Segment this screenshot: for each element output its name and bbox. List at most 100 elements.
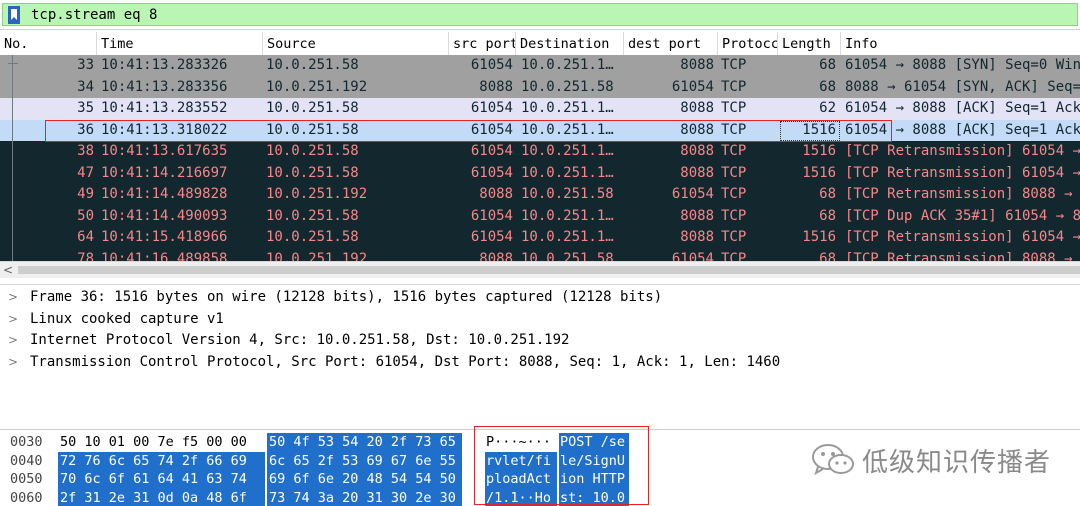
length-cell-focus xyxy=(780,121,840,141)
cell-no: 38 xyxy=(77,143,94,159)
watermark-text: 低级知识传播者 xyxy=(862,447,1052,478)
hex-bytes-second-half: 69 6f 6e 20 48 54 54 50 xyxy=(267,470,462,489)
column-header-destination[interactable]: Destination xyxy=(516,32,624,56)
cell-protocol: TCP xyxy=(721,164,747,181)
cell-protocol: TCP xyxy=(721,229,747,245)
cell-length: 1516 xyxy=(802,229,836,245)
bytes-offset: 0040 xyxy=(10,452,43,469)
packet-row[interactable]: 49 10:41:14.489828 10.0.251.192 8088 10.0.25… xyxy=(0,184,1080,206)
detail-text: Linux cooked capture v1 xyxy=(30,310,224,327)
expand-arrow-icon[interactable]: > xyxy=(8,330,18,352)
cell-time: 10:41:14.490093 xyxy=(101,207,228,224)
cell-length: 68 xyxy=(819,78,836,95)
cell-destination: 10.0.251.1… xyxy=(521,229,614,245)
expand-arrow-icon[interactable]: > xyxy=(8,352,18,374)
cell-destination: 10.0.251.1… xyxy=(521,164,614,181)
detail-text: Internet Protocol Version 4, Src: 10.0.2… xyxy=(30,332,570,348)
cell-src-port: 61054 xyxy=(470,100,513,116)
cell-length: 1516 xyxy=(802,164,836,181)
cell-protocol: TCP xyxy=(721,250,747,262)
packet-row[interactable]: 35 10:41:13.283552 10.0.251.58 61054 10.0.25… xyxy=(0,98,1080,120)
cell-time: 10:41:15.418966 xyxy=(101,229,228,245)
hex-bytes-first-half: 50 10 01 00 7e f5 00 00 xyxy=(60,434,247,450)
cell-src-port: 61054 xyxy=(470,164,513,181)
column-header-protocol[interactable]: Protocc xyxy=(718,32,778,56)
cell-time: 10:41:13.283356 xyxy=(101,78,228,95)
wechat-icon xyxy=(812,444,854,476)
detail-text: Frame 36: 1516 bytes on wire (12128 bits… xyxy=(30,289,663,305)
cell-source: 10.0.251.192 xyxy=(266,250,368,262)
cell-dest-port: 8088 xyxy=(680,143,714,159)
hex-bytes-first-half: 72 76 6c 65 74 2f 66 69 xyxy=(58,451,265,470)
cell-length: 68 xyxy=(819,186,836,202)
filter-expression: tcp.stream eq 8 xyxy=(31,7,158,23)
cell-protocol: TCP xyxy=(721,186,747,202)
packet-row[interactable]: 50 10:41:14.490093 10.0.251.58 61054 10.0.25… xyxy=(0,205,1080,227)
cell-destination: 10.0.251.1… xyxy=(521,100,614,116)
cell-info: [TCP Dup ACK 35#1] 61054 → 80 xyxy=(845,207,1080,224)
cell-destination: 10.0.251.58 xyxy=(521,78,614,95)
column-header-src-port[interactable]: src port xyxy=(449,32,516,56)
packet-row[interactable]: 47 10:41:14.216697 10.0.251.58 61054 10.0.25… xyxy=(0,162,1080,184)
cell-no: 49 xyxy=(77,186,94,202)
cell-no: 33 xyxy=(77,57,94,73)
cell-info: 8088 → 61054 [SYN, ACK] Seq=0 xyxy=(845,78,1080,95)
cell-src-port: 8088 xyxy=(479,250,513,262)
column-header-no[interactable]: No. xyxy=(0,32,97,56)
packet-row[interactable]: 34 10:41:13.283356 10.0.251.192 8088 10.0.25… xyxy=(0,76,1080,98)
column-header-length[interactable]: Length xyxy=(778,32,841,56)
cell-no: 50 xyxy=(77,207,94,224)
cell-source: 10.0.251.58 xyxy=(266,207,359,224)
cell-dest-port: 8088 xyxy=(680,57,714,73)
cell-info: [TCP Retransmission] 8088 → 6 xyxy=(845,186,1080,202)
expand-arrow-icon[interactable]: > xyxy=(8,309,18,331)
packet-row[interactable]: 78 10:41:16.489858 10.0.251.192 8088 10.0.25… xyxy=(0,248,1080,262)
expand-arrow-icon[interactable]: > xyxy=(8,287,18,309)
hex-bytes-first-half: 70 6c 6f 61 64 41 63 74 xyxy=(58,470,265,489)
cell-length: 1516 xyxy=(802,143,836,159)
cell-length: 68 xyxy=(819,250,836,262)
cell-dest-port: 8088 xyxy=(680,100,714,116)
cell-dest-port: 61054 xyxy=(671,186,714,202)
cell-source: 10.0.251.58 xyxy=(266,100,359,116)
cell-src-port: 61054 xyxy=(470,207,513,224)
display-filter-toolbar: tcp.stream eq 8 xyxy=(0,0,1080,30)
column-header-time[interactable]: Time xyxy=(97,32,263,56)
cell-source: 10.0.251.58 xyxy=(266,164,359,181)
cell-dest-port: 61054 xyxy=(671,250,714,262)
column-header-dest-port[interactable]: dest port xyxy=(624,32,718,56)
cell-no: 64 xyxy=(77,229,94,245)
packet-details-pane: > Frame 36: 1516 bytes on wire (12128 bi… xyxy=(0,284,1080,426)
bytes-offset: 0030 xyxy=(10,434,43,450)
cell-time: 10:41:13.617635 xyxy=(101,143,228,159)
selected-row-highlight-annotation xyxy=(45,120,892,142)
hex-bytes-first-half: 2f 31 2e 31 0d 0a 48 6f xyxy=(58,488,265,506)
packet-row[interactable]: 64 10:41:15.418966 10.0.251.58 61054 10.0.25… xyxy=(0,227,1080,249)
cell-dest-port: 8088 xyxy=(680,207,714,224)
hex-bytes-second-half: 6c 65 2f 53 69 67 6e 55 xyxy=(267,451,462,470)
cell-time: 10:41:13.283552 xyxy=(101,100,228,116)
cell-protocol: TCP xyxy=(721,100,747,116)
cell-destination: 10.0.251.58 xyxy=(521,250,614,262)
packet-row[interactable]: 33 10:41:13.283326 10.0.251.58 61054 10.0.25… xyxy=(0,55,1080,77)
cell-info: [TCP Retransmission] 61054 → xyxy=(845,229,1080,245)
cell-destination: 10.0.251.1… xyxy=(521,143,614,159)
packet-list-horizontal-scrollbar[interactable]: < xyxy=(0,261,1080,278)
cell-info: [TCP Retransmission] 61054 → xyxy=(845,143,1080,159)
cell-info: [TCP Retransmission] 8088 → 6 xyxy=(845,250,1080,262)
cell-dest-port: 8088 xyxy=(680,164,714,181)
bookmark-icon[interactable] xyxy=(7,6,21,24)
packet-row[interactable]: 38 10:41:13.617635 10.0.251.58 61054 10.0.25… xyxy=(0,141,1080,163)
scrollbar-thumb[interactable] xyxy=(18,266,1080,274)
watermark: 低级知识传播者 xyxy=(810,440,1051,480)
cell-src-port: 8088 xyxy=(479,78,513,95)
column-header-source[interactable]: Source xyxy=(263,32,449,56)
packet-list-header: No. Time Source src port Destination des… xyxy=(0,32,1080,56)
cell-time: 10:41:13.283326 xyxy=(101,57,228,73)
display-filter-input[interactable]: tcp.stream eq 8 xyxy=(2,3,1078,26)
column-header-info[interactable]: Info xyxy=(841,32,1080,56)
scroll-left-icon[interactable]: < xyxy=(3,262,15,278)
cell-no: 78 xyxy=(77,250,94,262)
cell-length: 68 xyxy=(819,207,836,224)
cell-destination: 10.0.251.1… xyxy=(521,207,614,224)
